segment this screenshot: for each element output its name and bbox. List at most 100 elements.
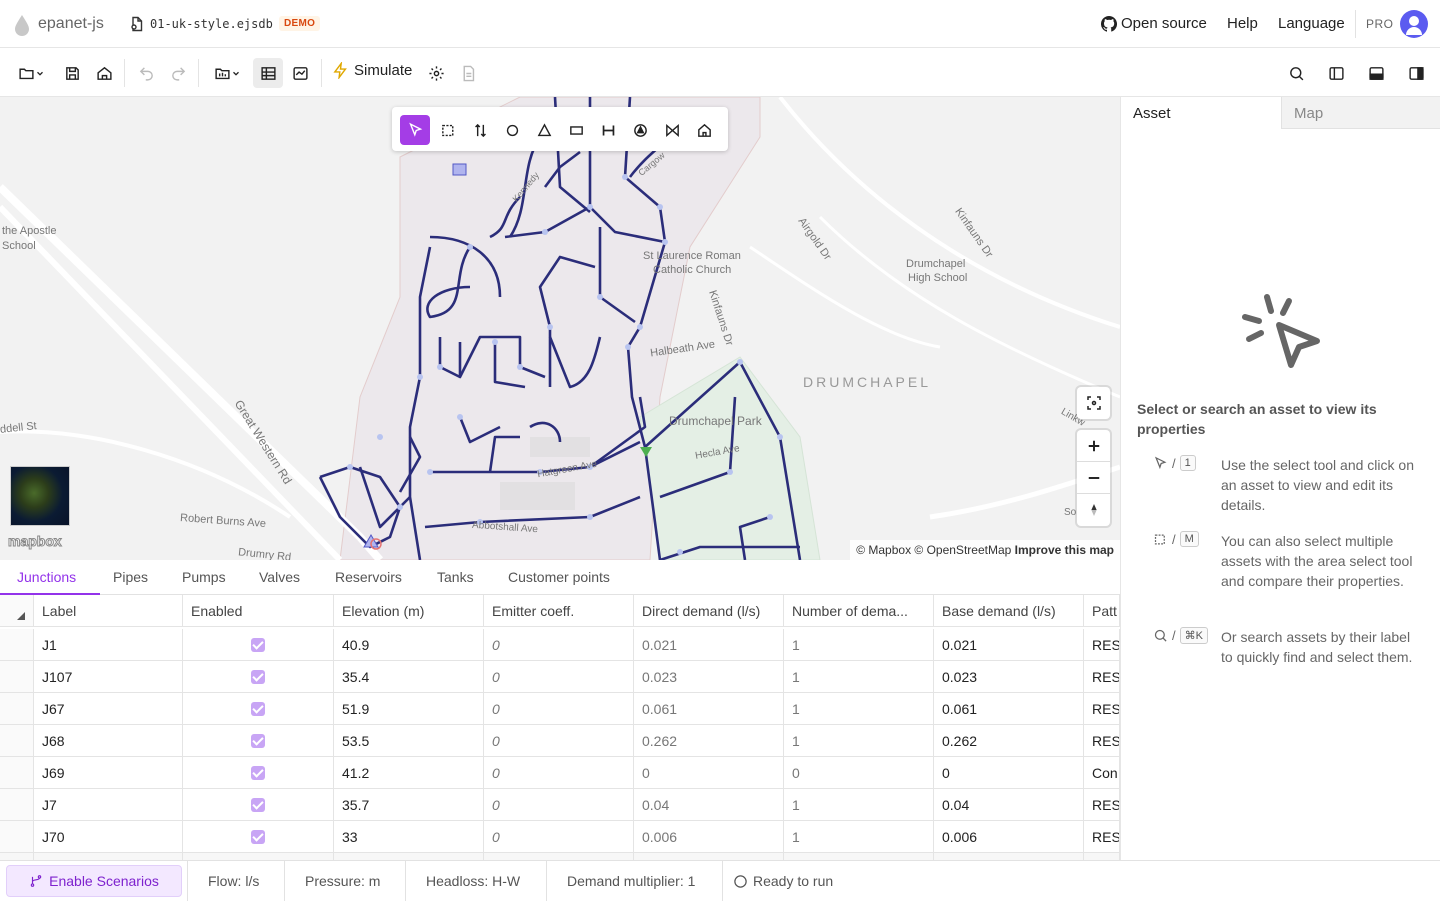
pressure-units[interactable]: Pressure: m <box>284 861 405 901</box>
tab-map[interactable]: Map <box>1281 97 1440 129</box>
table-cell[interactable]: 41.2 <box>334 757 484 789</box>
table-cell[interactable]: 0 <box>484 693 634 725</box>
help-link[interactable]: Help <box>1227 15 1258 32</box>
row-handle[interactable] <box>0 757 34 789</box>
table-cell[interactable]: 0.262 <box>934 725 1084 757</box>
report-button[interactable] <box>456 61 480 85</box>
column-header[interactable]: Base demand (l/s) <box>934 595 1084 627</box>
table-cell[interactable]: J67 <box>34 693 183 725</box>
table-cell[interactable]: 0 <box>784 757 934 789</box>
enabled-cell[interactable] <box>183 725 334 757</box>
table-cell[interactable]: 0.021 <box>934 629 1084 661</box>
table-cell[interactable]: 1 <box>784 661 934 693</box>
table-cell[interactable]: Con <box>1084 757 1120 789</box>
table-cell[interactable]: 0 <box>484 661 634 693</box>
table-cell[interactable]: 0 <box>484 725 634 757</box>
column-header[interactable]: Elevation (m) <box>334 595 484 627</box>
enabled-checkbox[interactable] <box>251 798 265 812</box>
enabled-cell[interactable] <box>183 789 334 821</box>
column-header[interactable]: Direct demand (l/s) <box>634 595 784 627</box>
table-cell[interactable]: 0 <box>484 821 634 853</box>
table-cell[interactable]: RES <box>1084 821 1120 853</box>
area-select-tool-button[interactable] <box>433 115 463 145</box>
enabled-checkbox[interactable] <box>251 702 265 716</box>
table-cell[interactable]: J1 <box>34 629 183 661</box>
table-cell[interactable]: 0.04 <box>934 789 1084 821</box>
valve-tool-button[interactable] <box>657 115 687 145</box>
table-view-button[interactable] <box>253 58 283 88</box>
tab-pumps[interactable]: Pumps <box>182 569 226 585</box>
table-cell[interactable]: J69 <box>34 757 183 789</box>
enabled-checkbox[interactable] <box>251 638 265 652</box>
table-cell[interactable]: 0.061 <box>634 693 784 725</box>
redo-button[interactable] <box>166 61 190 85</box>
table-cell[interactable]: RES <box>1084 693 1120 725</box>
table-cell[interactable]: 0.061 <box>934 693 1084 725</box>
table-cell[interactable]: 53.5 <box>334 725 484 757</box>
enabled-cell[interactable] <box>183 757 334 789</box>
table-cell[interactable]: 0.04 <box>634 789 784 821</box>
select-all-corner[interactable] <box>0 595 34 627</box>
table-cell[interactable]: 0 <box>634 757 784 789</box>
table-cell[interactable]: 0 <box>484 757 634 789</box>
enabled-cell[interactable] <box>183 821 334 853</box>
simulation-settings-button[interactable] <box>424 61 448 85</box>
zoom-in-button[interactable] <box>1077 430 1110 462</box>
select-tool-button[interactable] <box>400 115 430 145</box>
table-cell[interactable]: 0.023 <box>934 661 1084 693</box>
save-as-button[interactable] <box>92 61 116 85</box>
table-cell[interactable]: 51.9 <box>334 693 484 725</box>
row-handle[interactable] <box>0 821 34 853</box>
tab-valves[interactable]: Valves <box>259 569 300 585</box>
tab-tanks[interactable]: Tanks <box>437 569 474 585</box>
enabled-checkbox[interactable] <box>251 734 265 748</box>
row-handle[interactable] <box>0 629 34 661</box>
headloss-formula[interactable]: Headloss: H-W <box>405 861 546 901</box>
row-handle[interactable] <box>0 789 34 821</box>
table-cell[interactable]: 0.006 <box>934 821 1084 853</box>
table-cell[interactable]: 1 <box>784 789 934 821</box>
pump-tool-button[interactable] <box>625 115 655 145</box>
undo-button[interactable] <box>134 61 158 85</box>
table-cell[interactable]: 0 <box>484 789 634 821</box>
reservoir-tool-button[interactable] <box>529 115 559 145</box>
chart-view-button[interactable] <box>288 61 312 85</box>
table-cell[interactable]: 33 <box>334 821 484 853</box>
enabled-checkbox[interactable] <box>251 766 265 780</box>
table-cell[interactable]: 1 <box>784 693 934 725</box>
table-cell[interactable]: RES <box>1084 725 1120 757</box>
toggle-left-panel-button[interactable] <box>1324 61 1348 85</box>
column-header[interactable]: Number of dema... <box>784 595 934 627</box>
table-cell[interactable]: 0.021 <box>634 629 784 661</box>
enabled-cell[interactable] <box>183 661 334 693</box>
junction-tool-button[interactable] <box>497 115 527 145</box>
table-cell[interactable]: 1 <box>784 629 934 661</box>
language-menu[interactable]: Language <box>1278 15 1345 32</box>
table-cell[interactable]: 0 <box>934 757 1084 789</box>
tab-customer-points[interactable]: Customer points <box>508 569 610 585</box>
table-cell[interactable]: 35.7 <box>334 789 484 821</box>
tab-asset[interactable]: Asset <box>1121 97 1281 129</box>
enabled-cell[interactable] <box>183 693 334 725</box>
table-cell[interactable]: 1 <box>784 725 934 757</box>
column-header[interactable]: Label <box>34 595 183 627</box>
table-cell[interactable]: J68 <box>34 725 183 757</box>
enabled-checkbox[interactable] <box>251 830 265 844</box>
zoom-out-button[interactable] <box>1077 462 1110 494</box>
column-header[interactable]: Enabled <box>183 595 334 627</box>
customer-point-tool-button[interactable] <box>689 115 719 145</box>
column-header[interactable]: Patt <box>1084 595 1120 627</box>
reorder-tool-button[interactable] <box>465 115 495 145</box>
tab-junctions[interactable]: Junctions <box>17 569 76 585</box>
pipe-tool-button[interactable] <box>593 115 623 145</box>
compass-button[interactable] <box>1077 494 1110 526</box>
column-header[interactable]: Emitter coeff. <box>484 595 634 627</box>
fit-to-network-button[interactable] <box>1077 387 1110 419</box>
row-handle[interactable] <box>0 725 34 757</box>
table-cell[interactable]: 1 <box>784 821 934 853</box>
table-cell[interactable]: RES <box>1084 789 1120 821</box>
simulate-button[interactable]: Simulate <box>332 62 412 79</box>
improve-map-link[interactable]: Improve this map <box>1015 543 1114 557</box>
open-source-link[interactable]: Open source <box>1121 15 1207 32</box>
table-cell[interactable]: 35.4 <box>334 661 484 693</box>
